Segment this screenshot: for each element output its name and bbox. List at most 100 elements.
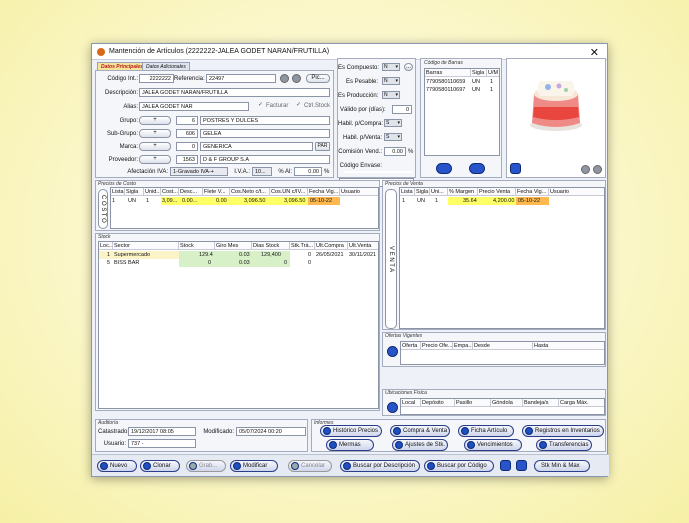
historico-precios-button[interactable]: Histórico Precios bbox=[320, 425, 382, 437]
sale-cell[interactable]: 05-10-22 bbox=[517, 197, 541, 205]
subgrupo-code-field[interactable]: 606 bbox=[176, 129, 198, 138]
stk-min-max-button[interactable]: Stk Min & Max bbox=[534, 460, 590, 472]
stock-cell[interactable]: Supermercado bbox=[113, 251, 151, 259]
grupo-field[interactable]: POSTRES Y DULCES bbox=[200, 116, 330, 125]
stock-cell[interactable]: 5 bbox=[106, 259, 111, 267]
compra-venta-button[interactable]: Compra & Venta bbox=[390, 425, 450, 437]
stock-cell[interactable]: 129,400 bbox=[260, 251, 282, 259]
stock-cell[interactable]: 0.03 bbox=[238, 251, 251, 259]
nav-next-icon[interactable] bbox=[292, 74, 301, 83]
barcode-cell[interactable]: UN bbox=[471, 78, 481, 86]
al-field[interactable]: 0.00 bbox=[294, 167, 322, 176]
iva-select[interactable]: 10... bbox=[252, 167, 272, 176]
habil-venta-select[interactable]: S bbox=[384, 133, 402, 141]
sale-cell[interactable]: 1 bbox=[434, 197, 439, 205]
barcode-cell[interactable]: 7790580110659 bbox=[425, 78, 466, 86]
cost-cell[interactable]: 1 bbox=[145, 197, 150, 205]
modificar-button[interactable]: Modificar bbox=[230, 460, 278, 472]
stock-cell[interactable]: 26/05/2021 bbox=[315, 251, 345, 259]
stock-cell[interactable]: 0 bbox=[307, 251, 312, 259]
sale-cell[interactable]: 4,200.00 bbox=[492, 197, 515, 205]
nuevo-button[interactable]: Nuevo bbox=[97, 460, 137, 472]
cost-cell[interactable]: 3,09... bbox=[161, 197, 178, 205]
comision-field[interactable]: 0.00 bbox=[384, 147, 406, 156]
produccion-select[interactable]: N bbox=[382, 91, 400, 99]
add-barcode-icon[interactable] bbox=[436, 163, 452, 174]
par-button[interactable]: PAR bbox=[315, 142, 330, 151]
sale-side-button[interactable]: V E N T A bbox=[385, 189, 397, 329]
stock-cell[interactable]: 0 bbox=[307, 259, 312, 267]
stock-cell[interactable]: 0.03 bbox=[238, 259, 251, 267]
alias-field[interactable]: JALEA GODET NAR bbox=[139, 102, 249, 111]
sale-cell[interactable]: 1 bbox=[401, 197, 406, 205]
nav-prev-icon[interactable] bbox=[280, 74, 289, 83]
cost-cell[interactable]: 05-10-22 bbox=[309, 197, 333, 205]
proveedor-add-button[interactable]: + bbox=[139, 155, 171, 164]
subgrupo-field[interactable]: GELEA bbox=[200, 129, 330, 138]
mermas-button[interactable]: Mermas bbox=[326, 439, 374, 451]
proveedor-field[interactable]: D & F GROUP S.A bbox=[200, 155, 330, 164]
next-arrow-icon[interactable] bbox=[516, 460, 527, 471]
sale-cell[interactable] bbox=[550, 197, 552, 205]
delete-barcode-icon[interactable] bbox=[469, 163, 485, 174]
stock-cell[interactable]: 30/11/2021 bbox=[348, 251, 377, 259]
ctrl-stock-checkbox[interactable]: ✓ bbox=[296, 102, 302, 108]
barcode-cell[interactable]: 1 bbox=[489, 86, 494, 94]
stock-cell[interactable]: 0 bbox=[207, 259, 212, 267]
marca-field[interactable]: GENERICA bbox=[200, 142, 313, 151]
afectacion-select[interactable]: 1-Gravado IVA-+ bbox=[170, 167, 228, 176]
clonar-button[interactable]: Clonar bbox=[140, 460, 180, 472]
pesable-select[interactable]: N bbox=[382, 77, 400, 85]
add-offer-icon[interactable] bbox=[387, 346, 398, 357]
buscar-codigo-button[interactable]: Buscar por Código bbox=[424, 460, 494, 472]
image-next-icon[interactable] bbox=[593, 165, 602, 174]
compuesto-select[interactable]: N bbox=[382, 63, 400, 71]
barcode-cell[interactable]: 1 bbox=[489, 78, 494, 86]
pesable-label: Es Pesable: bbox=[345, 79, 378, 85]
cost-cell[interactable]: 0.00 bbox=[215, 197, 228, 205]
sale-cell[interactable]: UN bbox=[416, 197, 426, 205]
habil-compra-select[interactable]: S bbox=[384, 119, 402, 127]
stock-cell[interactable]: 0 bbox=[283, 259, 288, 267]
barcode-cell[interactable]: 7790580110697 bbox=[425, 86, 466, 94]
cost-cell[interactable]: 0.00... bbox=[181, 197, 198, 205]
prev-arrow-icon[interactable] bbox=[500, 460, 511, 471]
ajustes-stk-button[interactable]: Ajustes de Stk. bbox=[392, 439, 448, 451]
codigo-field[interactable]: 2222222 bbox=[139, 74, 174, 83]
cost-cell[interactable]: 3,096.50 bbox=[283, 197, 306, 205]
transferencias-button[interactable]: Transferencias bbox=[536, 439, 592, 451]
cost-side-button[interactable]: C O S T O bbox=[98, 189, 108, 229]
cost-cell[interactable]: UN bbox=[127, 197, 137, 205]
cost-cell[interactable]: 1 bbox=[111, 197, 116, 205]
proveedor-code-field[interactable]: 1563 bbox=[176, 155, 198, 164]
registros-inventarios-button[interactable]: Registros en Inventarios bbox=[522, 425, 604, 437]
referencia-field[interactable]: 22497 bbox=[206, 74, 276, 83]
grupo-add-button[interactable]: + bbox=[139, 116, 171, 125]
image-prev-icon[interactable] bbox=[581, 165, 590, 174]
vencimientos-button[interactable]: Vencimientos bbox=[464, 439, 522, 451]
pic-button[interactable]: Pic... bbox=[306, 74, 330, 83]
image-edit-icon[interactable] bbox=[510, 163, 521, 174]
tab-datos-adicionales[interactable]: Datos Adicionales bbox=[142, 62, 190, 70]
cost-cell[interactable] bbox=[341, 197, 343, 205]
sale-cell[interactable]: 35.64 bbox=[462, 197, 478, 205]
marca-code-field[interactable]: 0 bbox=[176, 142, 198, 151]
marca-add-button[interactable]: + bbox=[139, 142, 171, 151]
facturar-checkbox[interactable]: ✓ bbox=[258, 102, 264, 108]
barcode-cell[interactable]: UN bbox=[471, 86, 481, 94]
valido-field[interactable]: 0 bbox=[392, 105, 412, 114]
stock-cell[interactable]: 1 bbox=[106, 251, 111, 259]
cancelar-button[interactable]: Cancelar bbox=[288, 460, 332, 472]
subgrupo-add-button[interactable]: + bbox=[139, 129, 171, 138]
grabar-button[interactable]: Grab... bbox=[186, 460, 226, 472]
descripcion-field[interactable]: JALEA GODET NARAN/FRUTILLA bbox=[139, 88, 330, 97]
add-location-icon[interactable] bbox=[387, 402, 398, 413]
ficha-articulo-button[interactable]: Ficha Artículo bbox=[458, 425, 514, 437]
cost-cell[interactable]: 3,096.50 bbox=[243, 197, 266, 205]
grupo-code-field[interactable]: 6 bbox=[176, 116, 198, 125]
compuesto-more-button[interactable]: ... bbox=[404, 63, 413, 71]
stock-cell[interactable]: 129.4 bbox=[198, 251, 214, 259]
buscar-descripcion-button[interactable]: Buscar por Descripción bbox=[340, 460, 420, 472]
stock-cell[interactable]: BISS BAR bbox=[113, 259, 140, 267]
tab-datos-principales[interactable]: Datos Principales bbox=[97, 62, 147, 70]
